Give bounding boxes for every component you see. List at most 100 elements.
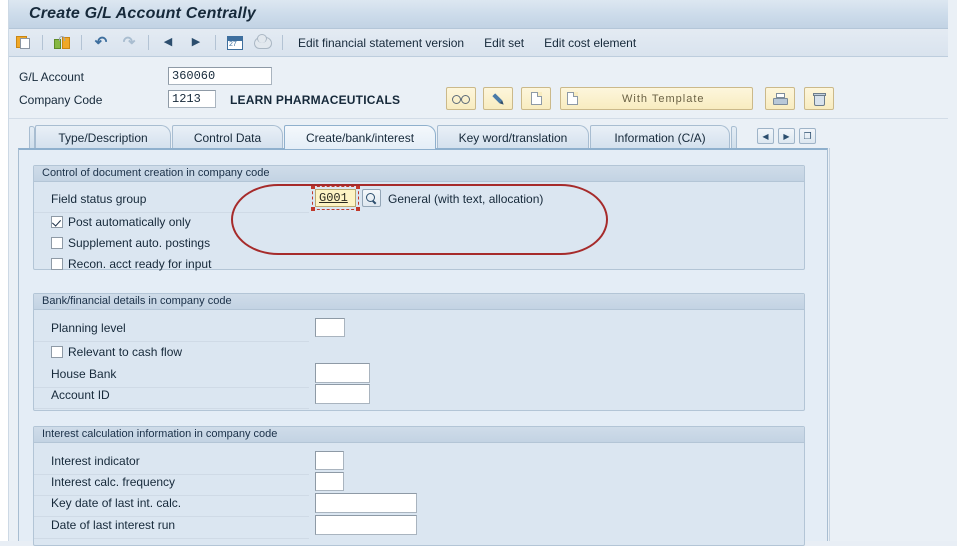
company-name-text: LEARN PHARMACEUTICALS bbox=[230, 93, 401, 107]
menu-edit-set[interactable]: Edit set bbox=[484, 36, 524, 50]
field-status-group-input[interactable] bbox=[315, 189, 356, 207]
toolbar-separator bbox=[42, 35, 43, 50]
tab-list-icon: ❐ bbox=[803, 130, 812, 141]
tab-key-word-translation[interactable]: Key word/translation bbox=[437, 125, 589, 149]
redo-icon[interactable]: ↷ bbox=[118, 32, 140, 54]
tab-label: Control Data bbox=[193, 130, 262, 145]
toolbar-separator bbox=[148, 35, 149, 50]
with-template-label: With Template bbox=[622, 92, 705, 105]
tab-type-description[interactable]: Type/Description bbox=[35, 125, 171, 149]
redo-glyph: ↷ bbox=[122, 34, 136, 51]
page-title: Create G/L Account Centrally bbox=[29, 5, 256, 22]
account-id-label: Account ID bbox=[51, 388, 110, 402]
sap-gui-screen: Create G/L Account Centrally ↶ ↷ ◀ ▶ 27 … bbox=[0, 0, 957, 546]
interest-calc-frequency-input[interactable] bbox=[315, 472, 344, 491]
company-code-input[interactable] bbox=[168, 90, 216, 108]
checkbox-relevant-to-cash-flow[interactable]: Relevant to cash flow bbox=[51, 345, 182, 359]
calendar-icon[interactable] bbox=[224, 32, 246, 54]
house-bank-label: House Bank bbox=[51, 367, 117, 381]
checkbox-label: Relevant to cash flow bbox=[68, 345, 183, 359]
display-button[interactable] bbox=[446, 87, 476, 110]
tab-label: Key word/translation bbox=[458, 130, 568, 145]
tab-create-bank-interest[interactable]: Create/bank/interest bbox=[284, 125, 436, 149]
cloud-icon[interactable] bbox=[252, 32, 274, 54]
checkbox-post-automatically-only[interactable]: Post automatically only bbox=[51, 215, 191, 229]
group-bank-financial-details: Bank/financial details in company code P… bbox=[33, 293, 805, 411]
account-id-input[interactable] bbox=[315, 384, 370, 404]
menu-edit-financial-statement-version[interactable]: Edit financial statement version bbox=[298, 36, 464, 50]
row-divider bbox=[34, 341, 309, 342]
next-icon[interactable]: ▶ bbox=[185, 32, 207, 54]
house-bank-input[interactable] bbox=[315, 363, 370, 383]
group-control-of-document-creation: Control of document creation in company … bbox=[33, 165, 805, 271]
tabstrip-right-edge bbox=[731, 126, 737, 149]
delete-button[interactable] bbox=[804, 87, 834, 110]
left-margin bbox=[0, 0, 8, 541]
checkbox-label: Supplement auto. postings bbox=[68, 236, 211, 250]
group-title: Interest calculation information in comp… bbox=[34, 427, 804, 443]
previous-glyph: ◀ bbox=[163, 36, 173, 48]
checkbox-box bbox=[51, 237, 63, 249]
group-title: Control of document creation in company … bbox=[34, 166, 804, 182]
tab-control-data[interactable]: Control Data bbox=[172, 125, 283, 149]
application-toolbar: ↶ ↷ ◀ ▶ Edit financial statement version… bbox=[9, 29, 948, 57]
tab-list-button[interactable]: ❐ bbox=[799, 128, 816, 144]
tab-label: Information (C/A) bbox=[614, 130, 706, 145]
tab-scroll-left-button[interactable]: ◀ bbox=[757, 128, 774, 144]
group-interest-calculation-information: Interest calculation information in comp… bbox=[33, 426, 805, 546]
tab-scroll-right-button[interactable]: ▶ bbox=[778, 128, 795, 144]
date-of-last-interest-run-label: Date of last interest run bbox=[51, 518, 176, 532]
panel-right-divider bbox=[829, 148, 830, 541]
planning-level-input[interactable] bbox=[315, 318, 345, 337]
edit-button[interactable] bbox=[483, 87, 513, 110]
document-icon bbox=[530, 92, 542, 105]
gl-account-label: G/L Account bbox=[19, 70, 84, 84]
field-status-group-label: Field status group bbox=[51, 192, 147, 206]
checkbox-label: Post automatically only bbox=[68, 215, 191, 229]
row-divider bbox=[34, 212, 309, 213]
field-status-group-description: General (with text, allocation) bbox=[388, 192, 544, 206]
tab-information-ca[interactable]: Information (C/A) bbox=[590, 125, 730, 149]
row-divider bbox=[34, 516, 309, 517]
chevron-left-icon: ◀ bbox=[762, 131, 769, 141]
interest-calc-frequency-label: Interest calc. frequency bbox=[51, 475, 176, 489]
date-of-last-interest-run-input[interactable] bbox=[315, 515, 417, 535]
with-template-button[interactable]: With Template bbox=[560, 87, 753, 110]
key-date-of-last-int-calc-label: Key date of last int. calc. bbox=[51, 496, 182, 510]
menu-edit-cost-element[interactable]: Edit cost element bbox=[544, 36, 636, 50]
checkbox-box bbox=[51, 258, 63, 270]
checkbox-box bbox=[51, 346, 63, 358]
trash-icon bbox=[812, 92, 826, 106]
chevron-right-icon: ▶ bbox=[783, 131, 790, 141]
document-icon bbox=[567, 92, 578, 105]
printer-icon bbox=[772, 92, 788, 105]
field-status-group-search-button[interactable] bbox=[362, 189, 381, 207]
create-button[interactable] bbox=[521, 87, 551, 110]
key-date-of-last-int-calc-input[interactable] bbox=[315, 493, 417, 513]
tabstrip: Type/Description Control Data Create/ban… bbox=[9, 125, 948, 149]
glasses-icon bbox=[452, 94, 470, 104]
gl-account-input[interactable] bbox=[168, 67, 272, 85]
undo-icon[interactable]: ↶ bbox=[90, 32, 112, 54]
account-header-area: G/L Account Company Code LEARN PHARMACEU… bbox=[9, 57, 948, 119]
tab-label: Create/bank/interest bbox=[305, 130, 415, 145]
interest-indicator-label: Interest indicator bbox=[51, 454, 140, 468]
group-title: Bank/financial details in company code bbox=[34, 294, 804, 310]
toolbar-separator bbox=[215, 35, 216, 50]
interest-indicator-input[interactable] bbox=[315, 451, 344, 470]
previous-icon[interactable]: ◀ bbox=[157, 32, 179, 54]
tab-label: Type/Description bbox=[58, 130, 148, 145]
print-button[interactable] bbox=[765, 87, 795, 110]
toolbar-separator bbox=[81, 35, 82, 50]
next-glyph: ▶ bbox=[191, 36, 201, 48]
tab-content-panel: Control of document creation in company … bbox=[18, 148, 828, 546]
magnifier-icon bbox=[366, 192, 377, 204]
undo-glyph: ↶ bbox=[94, 34, 108, 51]
checkbox-box bbox=[51, 216, 63, 228]
save-icon[interactable] bbox=[12, 32, 34, 54]
checkbox-recon-acct-ready-for-input[interactable]: Recon. acct ready for input bbox=[51, 257, 211, 271]
lock-save-icon[interactable] bbox=[51, 32, 73, 54]
checkbox-supplement-auto-postings[interactable]: Supplement auto. postings bbox=[51, 236, 210, 250]
company-code-label: Company Code bbox=[19, 93, 103, 107]
checkbox-label: Recon. acct ready for input bbox=[68, 257, 212, 271]
